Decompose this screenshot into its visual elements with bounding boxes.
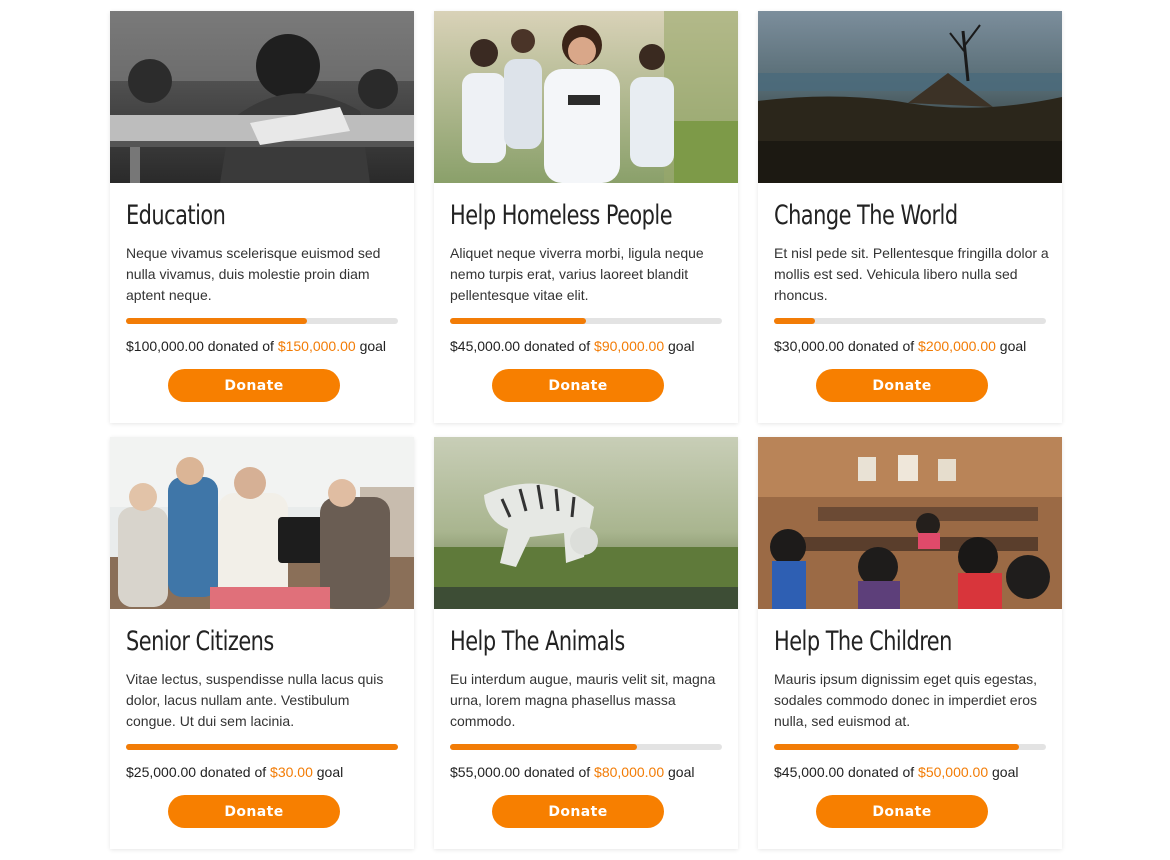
campaign-card-change-the-world: Change The World Et nisl pede sit. Pelle… (758, 11, 1062, 423)
campaign-card-education: Education Neque vivamus scelerisque euis… (110, 11, 414, 423)
donated-label: donated of (523, 338, 591, 354)
donated-label: donated of (207, 338, 274, 354)
donated-label: donated of (523, 764, 591, 780)
progress-bar (774, 318, 1046, 324)
donate-button[interactable]: Donate (168, 795, 340, 828)
donation-summary: $30,000.00 donated of $200,000.00 goal (774, 338, 1046, 354)
donated-amount: $45,000.00 (774, 764, 845, 780)
donation-summary: $55,000.00 donated of $80,000.00 goal (450, 764, 722, 780)
campaign-card-senior-citizens: Senior Citizens Vitae lectus, suspendiss… (110, 437, 414, 849)
campaign-title: Change The World (774, 200, 958, 231)
donation-summary: $25,000.00 donated of $30.00 goal (126, 764, 398, 780)
donated-amount: $55,000.00 (450, 764, 521, 780)
campaign-grid: Education Neque vivamus scelerisque euis… (110, 11, 1062, 849)
goal-amount: $150,000.00 (277, 338, 356, 354)
goal-amount: $200,000.00 (918, 338, 996, 354)
progress-fill (774, 744, 1019, 750)
campaign-title: Help The Animals (450, 626, 625, 657)
goal-label: goal (316, 764, 344, 780)
donated-amount: $45,000.00 (450, 338, 521, 354)
campaign-card-help-the-children: Help The Children Mauris ipsum dignissim… (758, 437, 1062, 849)
donated-amount: $30,000.00 (774, 338, 845, 354)
progress-fill (126, 318, 308, 324)
campaign-image-tiger[interactable] (434, 437, 738, 609)
goal-label: goal (668, 338, 695, 354)
goal-amount: $90,000.00 (594, 338, 665, 354)
campaign-title: Senior Citizens (126, 626, 274, 657)
donation-summary: $100,000.00 donated of $150,000.00 goal (126, 338, 398, 354)
progress-bar (450, 744, 722, 750)
goal-label: goal (668, 764, 695, 780)
donated-label: donated of (847, 764, 915, 780)
progress-fill (126, 744, 398, 750)
donate-button[interactable]: Donate (816, 369, 988, 402)
campaign-card-help-homeless-people: Help Homeless People Aliquet neque viver… (434, 11, 738, 423)
campaign-description: Aliquet neque viverra morbi, ligula nequ… (450, 245, 704, 303)
campaign-image-change-world[interactable] (758, 11, 1062, 183)
donate-button[interactable]: Donate (816, 795, 988, 828)
campaign-image-homeless[interactable] (434, 11, 738, 183)
progress-bar (126, 744, 398, 750)
campaign-image-classroom[interactable] (758, 437, 1062, 609)
donate-button[interactable]: Donate (492, 369, 664, 402)
goal-amount: $50,000.00 (918, 764, 989, 780)
goal-amount: $80,000.00 (594, 764, 665, 780)
goal-label: goal (992, 764, 1019, 780)
donated-amount: $25,000.00 (126, 764, 197, 780)
campaign-image-seniors[interactable] (110, 437, 414, 609)
goal-amount: $30.00 (270, 764, 313, 780)
donation-summary: $45,000.00 donated of $50,000.00 goal (774, 764, 1046, 780)
donate-button[interactable]: Donate (492, 795, 664, 828)
donated-label: donated of (199, 764, 267, 780)
goal-label: goal (359, 338, 387, 354)
campaign-title: Help The Children (774, 626, 952, 657)
progress-bar (126, 318, 398, 324)
progress-fill (450, 744, 637, 750)
campaign-title: Help Homeless People (450, 200, 673, 231)
progress-bar (774, 744, 1046, 750)
progress-bar (450, 318, 722, 324)
campaign-description: Eu interdum augue, mauris velit sit, mag… (450, 671, 716, 729)
donate-button[interactable]: Donate (168, 369, 340, 402)
donated-amount: $100,000.00 (126, 338, 204, 354)
donation-summary: $45,000.00 donated of $90,000.00 goal (450, 338, 722, 354)
progress-fill (774, 318, 815, 324)
goal-label: goal (999, 338, 1027, 354)
campaign-title: Education (126, 200, 226, 231)
campaign-description: Vitae lectus, suspendisse nulla lacus qu… (126, 671, 384, 729)
campaign-card-help-the-animals: Help The Animals Eu interdum augue, maur… (434, 437, 738, 849)
campaign-description: Et nisl pede sit. Pellentesque fringilla… (774, 245, 1049, 303)
campaign-description: Neque vivamus scelerisque euismod sed nu… (126, 245, 381, 303)
campaign-description: Mauris ipsum dignissim eget quis egestas… (774, 671, 1038, 729)
donated-label: donated of (847, 338, 915, 354)
progress-fill (450, 318, 586, 324)
campaign-image-education[interactable] (110, 11, 414, 183)
